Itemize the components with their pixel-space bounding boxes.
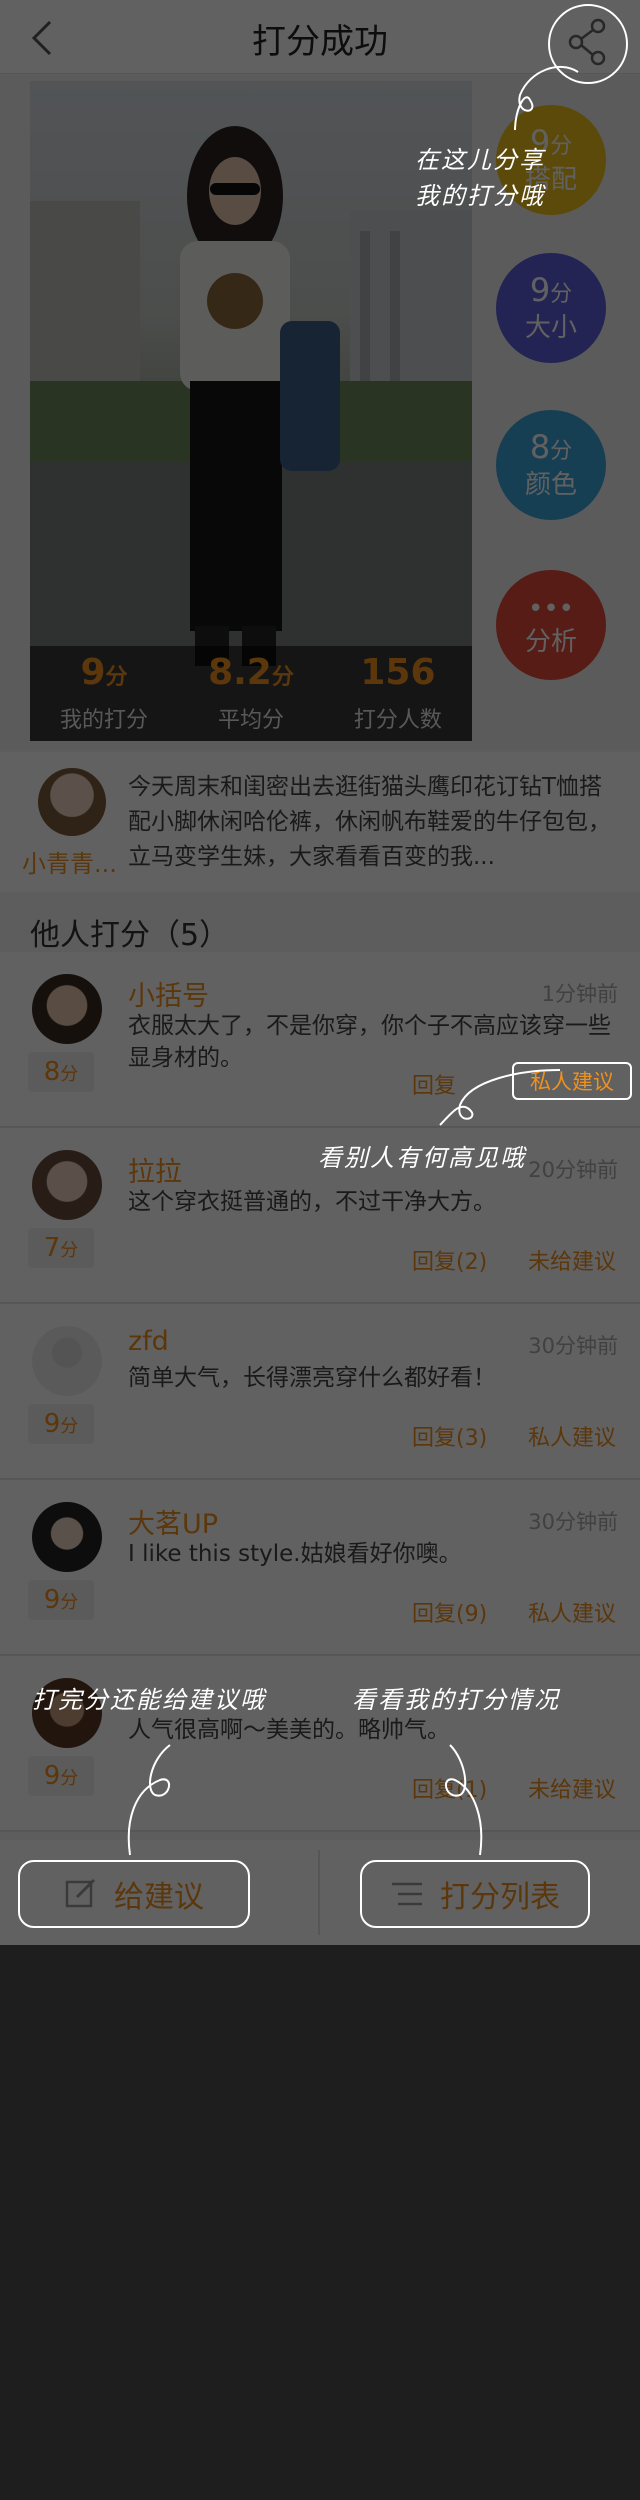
guide-curves [127,66,579,1856]
give-advice-hint-text: 打完分还能给建议哦 [32,1686,266,1714]
view-list-hint-text: 看看我的打分情况 [352,1686,560,1714]
share-hint-text: 在这儿分享 我的打分哦 [415,146,545,210]
advice-hint-text: 看别人有何高见哦 [318,1144,526,1172]
